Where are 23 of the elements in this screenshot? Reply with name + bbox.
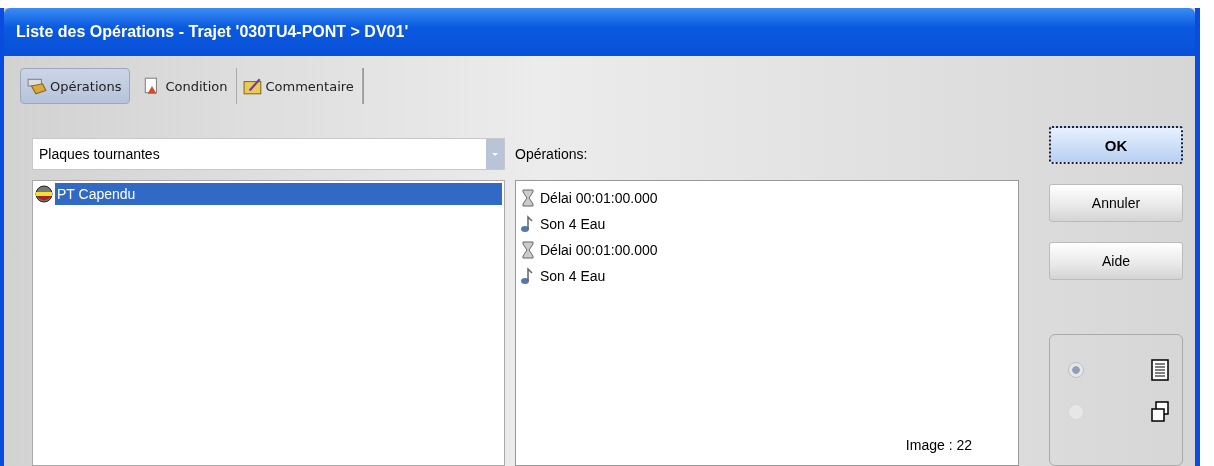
operation-item[interactable]: Délai 00:01:00.000 xyxy=(540,190,658,206)
dialog-button[interactable]: Aide xyxy=(1049,242,1183,280)
operation-item[interactable]: Son 4 Eau xyxy=(540,216,606,232)
radio-button[interactable] xyxy=(1068,362,1084,378)
turntable-icon xyxy=(35,185,53,203)
dialog-button[interactable]: OK xyxy=(1049,126,1183,164)
operations-label: Opérations: xyxy=(515,145,588,164)
note-icon xyxy=(242,77,263,95)
hourglass-icon xyxy=(520,241,536,259)
operation-item[interactable]: Son 4 Eau xyxy=(540,268,606,284)
windows-view-icon xyxy=(1150,401,1170,423)
tab[interactable]: Condition xyxy=(136,68,237,104)
tab[interactable]: Commentaire xyxy=(236,68,363,104)
dialog-button[interactable]: Annuler xyxy=(1049,184,1183,222)
image-count: Image : 22 xyxy=(905,437,972,453)
hand-icon xyxy=(27,77,47,95)
window-title: Liste des Opérations - Trajet '030TU4-PONT > DV01' xyxy=(16,23,409,41)
list-item[interactable]: PT Capendu xyxy=(55,183,502,205)
hourglass-icon xyxy=(520,189,536,207)
category-dropdown[interactable]: Plaques tournantes xyxy=(32,138,505,170)
list-view-icon xyxy=(1150,359,1170,381)
tab[interactable]: Opérations xyxy=(20,68,131,104)
operation-item[interactable]: Délai 00:01:00.000 xyxy=(540,242,658,258)
